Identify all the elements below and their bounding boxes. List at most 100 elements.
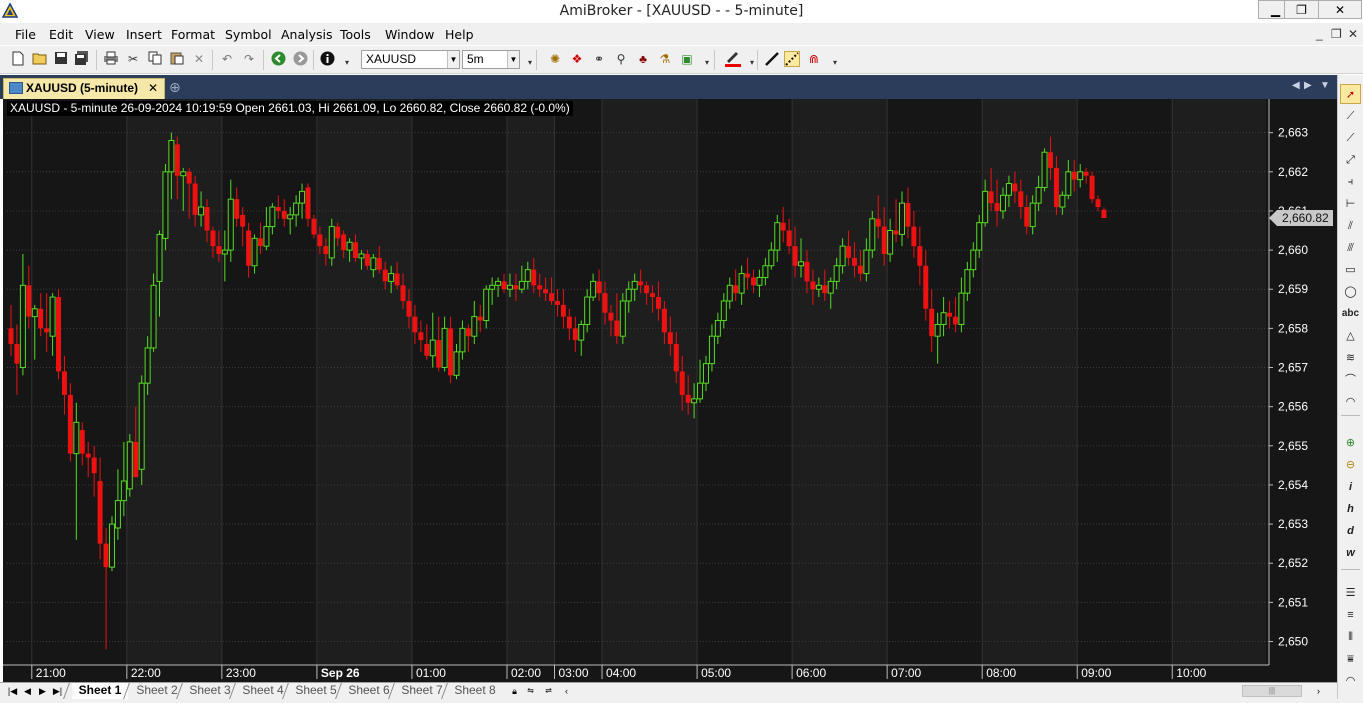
gallery-icon[interactable]: ♣	[635, 51, 651, 67]
scroll-left-icon[interactable]: ‹	[560, 684, 573, 698]
sheet-tab-6[interactable]: Sheet 6	[335, 683, 394, 699]
sheet-tab-5[interactable]: Sheet 5	[282, 683, 341, 699]
text-tool-icon[interactable]: abc	[1340, 304, 1361, 324]
menu-insert[interactable]: Insert	[126, 27, 162, 42]
fan-icon[interactable]: ◠	[1340, 392, 1361, 412]
menu-file[interactable]: File	[15, 27, 36, 42]
sheet-tab-3[interactable]: Sheet 3	[176, 683, 235, 699]
candlestick-chart[interactable]: 2,650 2,651 2,652 2,653 2,654 2,655 2,656 2,657…	[3, 99, 1337, 682]
open-folder-icon[interactable]	[32, 51, 48, 67]
restore-button[interactable]: ❐	[1284, 0, 1319, 19]
redo-icon[interactable]: ↷	[241, 51, 257, 67]
scrollbar-thumb[interactable]: |||	[1242, 685, 1302, 697]
menu-view[interactable]: View	[85, 27, 115, 42]
ray-icon[interactable]: ⟋	[1340, 128, 1361, 148]
magnet-icon[interactable]: ⋒	[806, 51, 822, 67]
mdi-minimize-button[interactable]: _	[1316, 27, 1323, 41]
new-file-icon[interactable]	[10, 51, 26, 67]
horizontal-line-icon[interactable]: ⊢	[1340, 194, 1361, 214]
print-icon[interactable]	[103, 51, 119, 67]
menu-symbol[interactable]: Symbol	[225, 27, 272, 42]
scan-icon[interactable]: ⚲	[613, 51, 629, 67]
tab-list-icon[interactable]: ▼	[1320, 80, 1330, 91]
arc-icon[interactable]: ⌒	[1340, 370, 1361, 390]
toolbar-overflow-icon[interactable]: ▾	[827, 55, 843, 71]
sheet-last-icon[interactable]: ▶|	[51, 684, 64, 698]
toolbar-overflow-icon[interactable]: ▾	[339, 55, 355, 71]
grid-lines-icon[interactable]: ⩸	[1340, 649, 1361, 669]
sheet-prev-icon[interactable]: ◀	[21, 684, 34, 698]
menu-tools[interactable]: Tools	[340, 27, 371, 42]
menu-help[interactable]: Help	[445, 27, 474, 42]
sheet-first-icon[interactable]: |◀	[6, 684, 19, 698]
indicator-icon[interactable]: ❖	[569, 51, 585, 67]
bars-icon[interactable]: ⦀	[1340, 627, 1361, 647]
chevron-down-icon[interactable]: ▼	[507, 51, 519, 68]
delete-icon[interactable]: ✕	[191, 51, 207, 67]
cut-icon[interactable]: ✂	[125, 51, 141, 67]
interval-combo[interactable]: 5m ▼	[462, 50, 520, 69]
wizard-icon[interactable]: ⚗	[657, 51, 673, 67]
zoom-in-icon[interactable]: ⊕	[1340, 433, 1361, 453]
backtest-icon[interactable]: ▣	[679, 51, 695, 67]
add-tab-icon[interactable]: ⊕	[169, 79, 181, 96]
menu-lines-icon[interactable]: ≡	[1340, 605, 1361, 625]
sheet-next-icon[interactable]: ▶	[36, 684, 49, 698]
fibonacci-icon[interactable]: ≋	[1340, 348, 1361, 368]
lock-icon[interactable]: 🔒︎	[508, 684, 521, 698]
binoculars-icon[interactable]: ⚭	[591, 51, 607, 67]
vertical-line-icon[interactable]: ⫞	[1340, 172, 1361, 192]
parallel-lines-icon[interactable]: ⫽	[1340, 216, 1361, 236]
chart-settings-icon[interactable]: ✺	[547, 51, 563, 67]
tab-scroll-right-icon[interactable]: ▶	[1304, 80, 1312, 91]
sheet-tab-7[interactable]: Sheet 7	[388, 683, 447, 699]
sheet-tab-1[interactable]: Sheet 1	[63, 683, 128, 699]
chevron-down-icon[interactable]: ▼	[447, 51, 459, 68]
copy-icon[interactable]	[147, 51, 163, 67]
menu-analysis[interactable]: Analysis	[281, 27, 333, 42]
ellipse-icon[interactable]: ◯	[1340, 282, 1361, 302]
scroll-right-icon[interactable]: ›	[1312, 684, 1325, 698]
toolbar-overflow-icon[interactable]: ▾	[699, 55, 715, 71]
trendline-icon[interactable]: ⟋	[1340, 106, 1361, 126]
back-icon[interactable]	[270, 51, 286, 67]
sheet-tab-8[interactable]: Sheet 8	[441, 683, 500, 699]
rectangle-icon[interactable]: ▭	[1340, 260, 1361, 280]
save-all-icon[interactable]	[74, 51, 90, 67]
select-pointer-icon[interactable]: ➚	[1340, 84, 1361, 104]
dotted-line-icon[interactable]	[784, 51, 800, 67]
sheet-link-icon[interactable]: ⇌	[542, 684, 555, 698]
menu-format[interactable]: Format	[171, 27, 215, 42]
tab-xauusd-5-minute[interactable]: XAUUSD (5-minute) ✕	[3, 78, 165, 99]
sheet-tab-4[interactable]: Sheet 4	[229, 683, 288, 699]
interval-weekly-icon[interactable]: w	[1340, 543, 1361, 563]
triangle-icon[interactable]: △	[1340, 326, 1361, 346]
mdi-restore-button[interactable]: ❐	[1331, 27, 1342, 41]
list-icon[interactable]: ☰	[1340, 583, 1361, 603]
draw-line-icon[interactable]	[764, 51, 780, 67]
tab-scroll-left-icon[interactable]: ◀	[1292, 80, 1300, 91]
paste-icon[interactable]	[169, 51, 185, 67]
forward-icon[interactable]	[292, 51, 308, 67]
channel-icon[interactable]: ⫻	[1340, 238, 1361, 258]
price-chart[interactable]: 2,650 2,651 2,652 2,653 2,654 2,655 2,656 2,657…	[3, 99, 1337, 682]
color-pen-icon[interactable]	[724, 51, 741, 67]
mdi-close-button[interactable]: ✕	[1348, 27, 1358, 41]
save-icon[interactable]	[53, 51, 69, 67]
arcs-icon[interactable]: ◠	[1340, 671, 1361, 691]
zoom-out-icon[interactable]: ⊖	[1340, 455, 1361, 475]
tab-close-icon[interactable]: ✕	[148, 79, 158, 98]
interval-daily-icon[interactable]: d	[1340, 521, 1361, 541]
interval-hourly-icon[interactable]: h	[1340, 499, 1361, 519]
menu-window[interactable]: Window	[385, 27, 434, 42]
close-button[interactable]: ✕	[1318, 0, 1362, 19]
horizontal-scrollbar[interactable]: ||| ›	[577, 684, 1334, 698]
undo-icon[interactable]: ↶	[219, 51, 235, 67]
symbol-combo[interactable]: XAUUSD ▼	[361, 50, 460, 69]
menu-edit[interactable]: Edit	[49, 27, 73, 42]
info-icon[interactable]	[319, 51, 335, 67]
extended-line-icon[interactable]: ⤢	[1340, 150, 1361, 170]
sheet-sync-icon[interactable]: ⇋	[524, 684, 537, 698]
interval-intraday-icon[interactable]: i	[1340, 477, 1361, 497]
sheet-tab-2[interactable]: Sheet 2	[123, 683, 182, 699]
